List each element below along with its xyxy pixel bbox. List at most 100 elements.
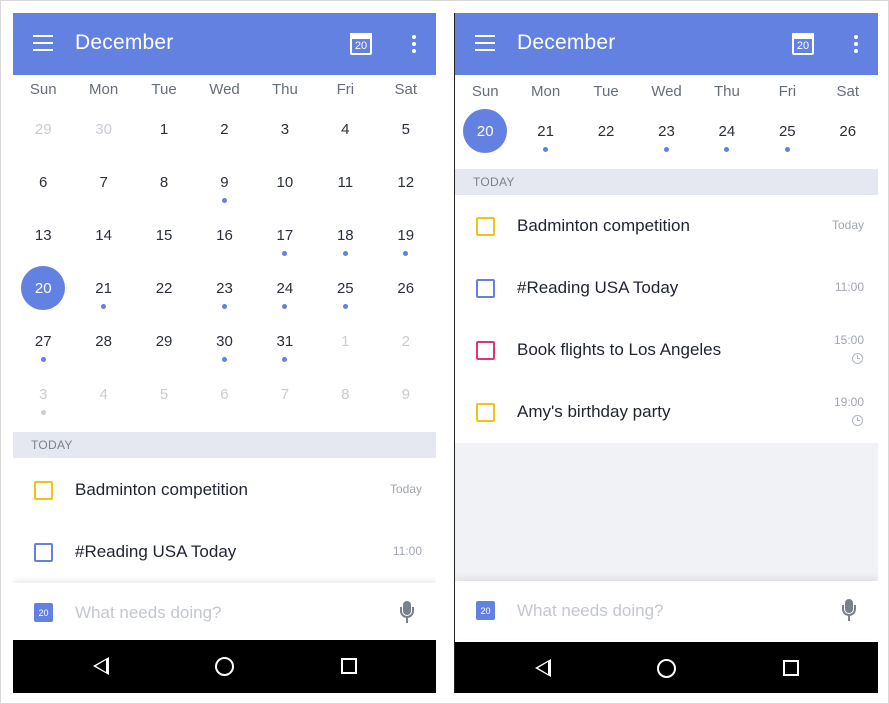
day-number: 6	[39, 174, 48, 191]
calendar-day[interactable]: 15	[134, 217, 194, 270]
calendar-day[interactable]: 14	[73, 217, 133, 270]
calendar-small-number: 20	[480, 606, 491, 616]
calendar-day[interactable]: 7	[255, 376, 315, 429]
calendar-day[interactable]: 23	[194, 270, 254, 323]
day-number: 9	[401, 386, 410, 403]
day-number: 13	[34, 227, 52, 244]
weekday-label: Mon	[89, 81, 119, 98]
month-title[interactable]: December	[75, 31, 173, 55]
calendar-day[interactable]: 13	[13, 217, 73, 270]
calendar-day[interactable]: 21	[515, 113, 575, 166]
quick-add-input[interactable]: What needs doing?	[75, 603, 222, 623]
weekday-header: Sun Mon Tue Wed Thu Fri Sat	[455, 83, 878, 100]
nav-home-icon[interactable]	[215, 657, 234, 676]
calendar-day[interactable]: 25	[315, 270, 375, 323]
mic-icon[interactable]	[842, 599, 856, 621]
day-number: 10	[276, 174, 294, 191]
nav-home-icon[interactable]	[657, 659, 676, 678]
weekday-label: Fri	[778, 83, 797, 100]
calendar-day[interactable]: 26	[376, 270, 436, 323]
calendar-today-icon[interactable]: 20	[792, 33, 814, 55]
calendar-day[interactable]: 4	[315, 111, 375, 164]
nav-recent-icon[interactable]	[341, 658, 357, 674]
checkbox-icon[interactable]	[476, 341, 495, 360]
calendar-day-selected[interactable]: 20	[455, 109, 515, 166]
calendar-day[interactable]: 10	[255, 164, 315, 217]
calendar-day[interactable]: 24	[697, 113, 757, 166]
task-time: 15:00	[833, 333, 864, 347]
app-bar: December 20	[13, 13, 436, 75]
calendar-day[interactable]: 9	[376, 376, 436, 429]
task-item[interactable]: Badminton competition Today	[13, 459, 436, 521]
nav-back-icon[interactable]	[93, 657, 109, 675]
calendar-day[interactable]: 19	[376, 217, 436, 270]
calendar-today-icon[interactable]: 20	[350, 33, 372, 55]
section-header-today: TODAY	[13, 432, 436, 458]
calendar-day[interactable]: 7	[73, 164, 133, 217]
calendar-day[interactable]: 25	[757, 113, 817, 166]
calendar-day[interactable]: 8	[315, 376, 375, 429]
more-vert-icon[interactable]	[412, 35, 416, 53]
calendar-day[interactable]: 18	[315, 217, 375, 270]
calendar-day[interactable]: 6	[194, 376, 254, 429]
day-number: 2	[220, 121, 229, 138]
nav-back-icon[interactable]	[535, 659, 551, 677]
calendar-day[interactable]: 3	[255, 111, 315, 164]
calendar-day[interactable]: 27	[13, 323, 73, 376]
calendar-small-icon[interactable]: 20	[34, 603, 53, 622]
month-title[interactable]: December	[517, 31, 615, 55]
calendar-day[interactable]: 3	[13, 376, 73, 429]
weekday-label: Tue	[151, 81, 177, 98]
calendar-day[interactable]: 24	[255, 270, 315, 323]
calendar-day[interactable]: 29	[134, 323, 194, 376]
menu-icon[interactable]	[475, 35, 495, 51]
calendar-day[interactable]: 2	[376, 323, 436, 376]
task-item[interactable]: Book flights to Los Angeles 15:00	[455, 319, 878, 381]
task-item[interactable]: #Reading USA Today 11:00	[13, 521, 436, 583]
menu-icon[interactable]	[33, 35, 53, 51]
mic-icon[interactable]	[400, 601, 414, 623]
calendar-day[interactable]: 1	[134, 111, 194, 164]
calendar-small-icon[interactable]: 20	[476, 601, 495, 620]
checkbox-icon[interactable]	[34, 481, 53, 500]
checkbox-icon[interactable]	[476, 217, 495, 236]
calendar-day[interactable]: 5	[134, 376, 194, 429]
calendar-day[interactable]: 28	[73, 323, 133, 376]
calendar-day[interactable]: 6	[13, 164, 73, 217]
calendar-day[interactable]: 12	[376, 164, 436, 217]
calendar-day[interactable]: 4	[73, 376, 133, 429]
calendar-day[interactable]: 26	[818, 113, 878, 166]
calendar-day[interactable]: 5	[376, 111, 436, 164]
task-time: Today	[831, 218, 864, 232]
checkbox-icon[interactable]	[476, 279, 495, 298]
calendar-day[interactable]: 31	[255, 323, 315, 376]
calendar-day[interactable]: 30	[194, 323, 254, 376]
calendar-day-selected[interactable]: 20	[13, 266, 73, 323]
calendar-day[interactable]: 16	[194, 217, 254, 270]
calendar-day[interactable]: 9	[194, 164, 254, 217]
calendar-day[interactable]: 1	[315, 323, 375, 376]
nav-recent-icon[interactable]	[783, 660, 799, 676]
calendar-day[interactable]: 2	[194, 111, 254, 164]
day-number: 1	[341, 333, 350, 350]
calendar-day[interactable]: 22	[134, 270, 194, 323]
task-item[interactable]: Badminton competition Today	[455, 195, 878, 257]
task-title: Book flights to Los Angeles	[517, 340, 722, 359]
task-item[interactable]: #Reading USA Today 11:00	[455, 257, 878, 319]
checkbox-icon[interactable]	[34, 543, 53, 562]
calendar-day[interactable]: 21	[73, 270, 133, 323]
calendar-day[interactable]: 30	[73, 111, 133, 164]
calendar-day[interactable]: 11	[315, 164, 375, 217]
calendar-day[interactable]: 29	[13, 111, 73, 164]
calendar-week-row: 6 7 8 9 10 11 12	[13, 164, 436, 217]
calendar-day[interactable]: 23	[636, 113, 696, 166]
day-number: 1	[159, 121, 169, 138]
task-item[interactable]: Amy's birthday party 19:00	[455, 381, 878, 443]
calendar-day[interactable]: 17	[255, 217, 315, 270]
quick-add-input[interactable]: What needs doing?	[517, 601, 664, 621]
checkbox-icon[interactable]	[476, 403, 495, 422]
calendar-day[interactable]: 22	[576, 113, 636, 166]
calendar-day[interactable]: 8	[134, 164, 194, 217]
calendar-week-row: 20 21 22 23 24 25 26	[455, 109, 878, 166]
more-vert-icon[interactable]	[854, 35, 858, 53]
